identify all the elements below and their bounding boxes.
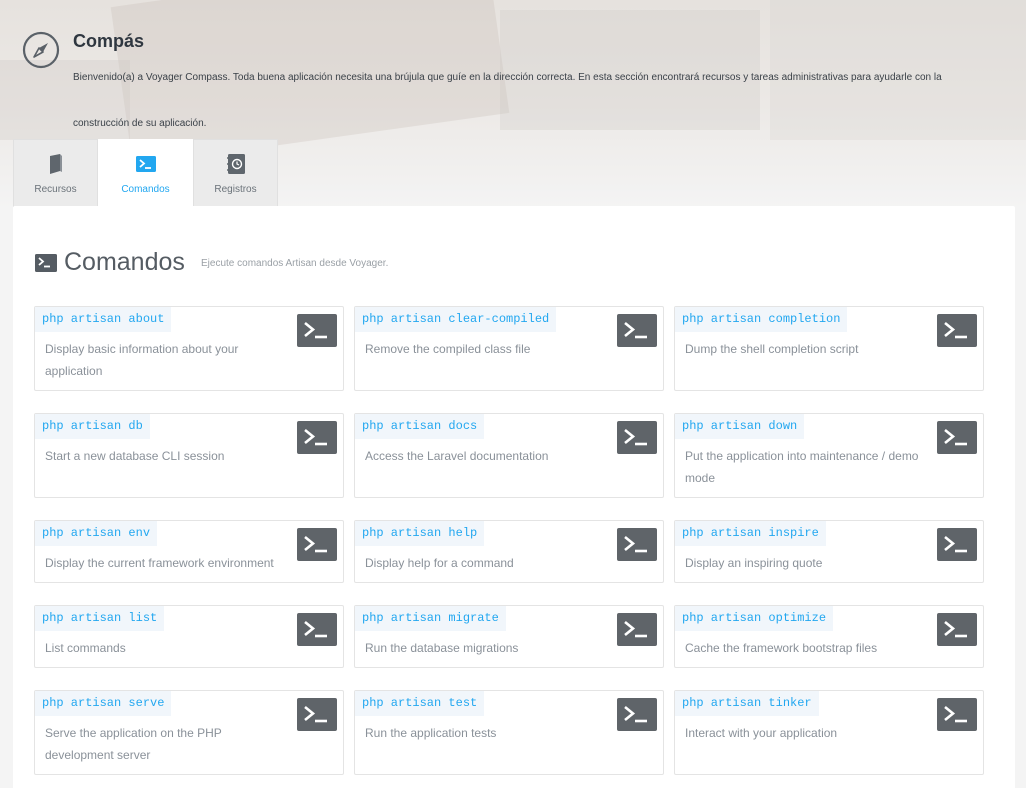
terminal-icon	[624, 620, 647, 638]
section-title: Comandos	[64, 248, 185, 276]
terminal-icon	[35, 254, 57, 272]
tab-label: Registros	[214, 184, 257, 195]
book-icon	[49, 154, 62, 174]
run-command-button[interactable]	[617, 314, 657, 347]
command-card: php artisan env Display the current frame…	[34, 520, 344, 583]
command-description: Serve the application on the PHP develop…	[45, 726, 222, 762]
command-description: List commands	[45, 641, 126, 655]
terminal-icon	[304, 428, 327, 446]
command-card: php artisan about Display basic informati…	[34, 306, 344, 391]
command-name: php artisan down	[675, 414, 805, 439]
run-command-button[interactable]	[617, 613, 657, 646]
run-command-button[interactable]	[937, 698, 977, 731]
command-card: php artisan tinker Interact with your app…	[674, 690, 984, 775]
command-description: Run the database migrations	[365, 641, 519, 655]
terminal-icon	[944, 705, 967, 723]
command-card: php artisan test Run the application test…	[354, 690, 664, 775]
command-name: php artisan migrate	[355, 606, 506, 631]
command-name: php artisan help	[355, 521, 485, 546]
command-card: php artisan down Put the application into…	[674, 413, 984, 498]
command-card: php artisan list List commands	[34, 605, 344, 668]
command-card: php artisan completion Dump the shell com…	[674, 306, 984, 391]
terminal-icon	[624, 705, 647, 723]
command-name: php artisan clear-compiled	[355, 307, 557, 332]
log-notebook-icon	[226, 154, 245, 174]
command-description: Display help for a command	[365, 556, 514, 570]
command-description: Display an inspiring quote	[685, 556, 823, 570]
terminal-icon	[304, 535, 327, 553]
run-command-button[interactable]	[297, 613, 337, 646]
run-command-button[interactable]	[617, 421, 657, 454]
command-name: php artisan optimize	[675, 606, 834, 631]
command-card: php artisan inspire Display an inspiring …	[674, 520, 984, 583]
command-description: Remove the compiled class file	[365, 342, 531, 356]
command-card: php artisan help Display help for a comma…	[354, 520, 664, 583]
command-card: php artisan docs Access the Laravel docum…	[354, 413, 664, 498]
command-description: Start a new database CLI session	[45, 449, 225, 463]
run-command-button[interactable]	[617, 528, 657, 561]
terminal-icon	[135, 156, 156, 172]
command-name: php artisan tinker	[675, 691, 819, 716]
command-name: php artisan inspire	[675, 521, 826, 546]
run-command-button[interactable]	[937, 613, 977, 646]
command-card: php artisan serve Serve the application o…	[34, 690, 344, 775]
terminal-icon	[944, 535, 967, 553]
tab-label: Comandos	[121, 184, 170, 195]
command-name: php artisan serve	[35, 691, 172, 716]
tab-comandos[interactable]: Comandos	[98, 139, 193, 207]
run-command-button[interactable]	[937, 421, 977, 454]
command-name: php artisan test	[355, 691, 485, 716]
tab-label: Recursos	[34, 184, 77, 195]
page-description: Bienvenido(a) a Voyager Compass. Toda bu…	[73, 72, 942, 129]
compass-icon	[22, 31, 60, 69]
command-name: php artisan db	[35, 414, 150, 439]
command-description: Dump the shell completion script	[685, 342, 859, 356]
tab-recursos[interactable]: Recursos	[13, 139, 98, 207]
run-command-button[interactable]	[297, 314, 337, 347]
terminal-icon	[304, 620, 327, 638]
terminal-icon	[304, 321, 327, 339]
run-command-button[interactable]	[937, 528, 977, 561]
command-name: php artisan docs	[355, 414, 485, 439]
command-card: php artisan migrate Run the database migr…	[354, 605, 664, 668]
command-card: php artisan clear-compiled Remove the com…	[354, 306, 664, 391]
terminal-icon	[944, 620, 967, 638]
page-title: Compás	[73, 31, 145, 51]
command-name: php artisan env	[35, 521, 158, 546]
terminal-icon	[944, 428, 967, 446]
section-subtitle: Ejecute comandos Artisan desde Voyager.	[201, 258, 389, 269]
command-description: Put the application into maintenance / d…	[685, 449, 919, 485]
command-name: php artisan list	[35, 606, 165, 631]
run-command-button[interactable]	[297, 528, 337, 561]
run-command-button[interactable]	[617, 698, 657, 731]
command-description: Display the current framework environmen…	[45, 556, 274, 570]
command-card: php artisan optimize Cache the framework …	[674, 605, 984, 668]
commands-panel: Comandos Ejecute comandos Artisan desde …	[13, 206, 1015, 788]
command-description: Cache the framework bootstrap files	[685, 641, 878, 655]
command-description: Interact with your application	[685, 726, 838, 740]
command-description: Access the Laravel documentation	[365, 449, 549, 463]
command-name: php artisan about	[35, 307, 172, 332]
run-command-button[interactable]	[297, 421, 337, 454]
tab-registros[interactable]: Registros	[193, 139, 278, 207]
run-command-button[interactable]	[297, 698, 337, 731]
command-description: Run the application tests	[365, 726, 497, 740]
terminal-icon	[624, 535, 647, 553]
terminal-icon	[304, 705, 327, 723]
command-description: Display basic information about your app…	[45, 342, 239, 378]
terminal-icon	[944, 321, 967, 339]
command-card: php artisan db Start a new database CLI s…	[34, 413, 344, 498]
terminal-icon	[624, 428, 647, 446]
run-command-button[interactable]	[937, 314, 977, 347]
terminal-icon	[624, 321, 647, 339]
command-name: php artisan completion	[675, 307, 848, 332]
